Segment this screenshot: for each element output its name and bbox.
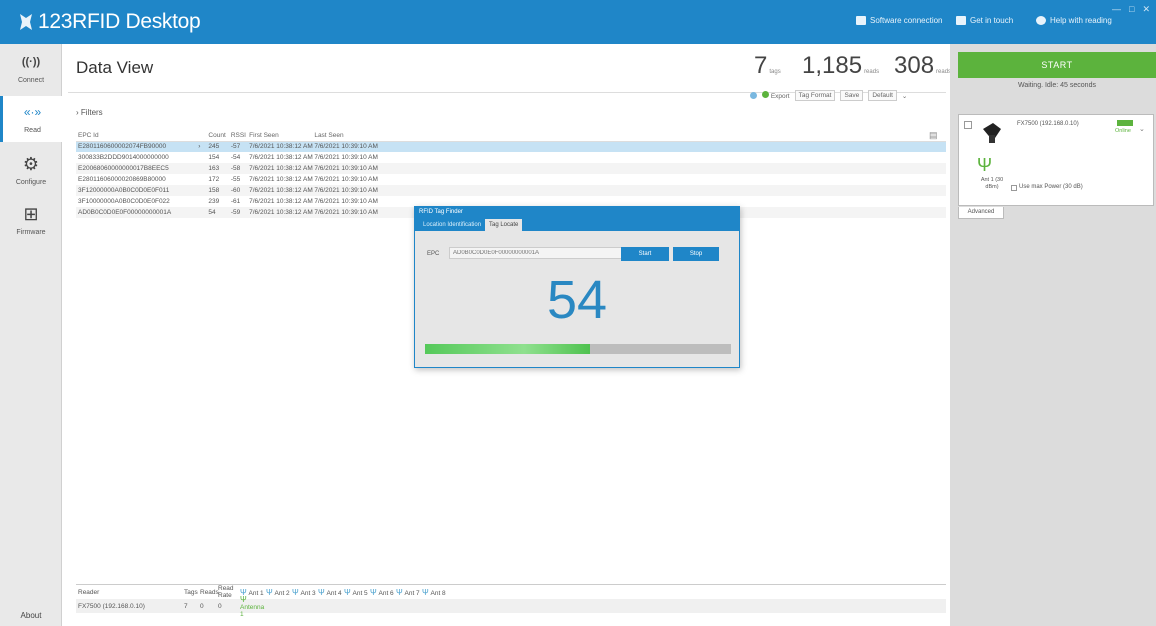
antenna-active-icon: Ψ xyxy=(240,594,247,604)
nav-item-firmware[interactable]: ⊞ Firmware xyxy=(0,198,62,244)
table-header: EPC Id Count RSSI First Seen Last Seen xyxy=(76,130,946,142)
tab-tag-locate[interactable]: Tag Locate xyxy=(485,219,523,231)
title-bar: 123RFID Desktop Software connection Get … xyxy=(0,0,1156,44)
stat-tags-value: 7 xyxy=(754,52,768,79)
data-toolbar: Export Tag Format Save Default ⌄ xyxy=(750,90,907,101)
filters-toggle[interactable]: › Filters xyxy=(76,108,103,117)
monitor-icon xyxy=(856,16,866,25)
nav-item-connect[interactable]: ((·)) Connect xyxy=(0,46,62,92)
export-button[interactable]: Export xyxy=(762,91,790,100)
antenna-icon: Ψ xyxy=(422,587,429,597)
reader-table-header: Reader Tags Reads Read Rate Ψ Ant 1 Ψ An… xyxy=(78,585,446,599)
column-settings-icon[interactable]: ▤ xyxy=(929,130,938,141)
column-header-rssi[interactable]: RSSI xyxy=(230,130,250,142)
table-row[interactable]: E28011606000020869B80000 172 -55 7/6/202… xyxy=(76,174,946,185)
save-button[interactable]: Save xyxy=(840,90,864,101)
right-panel: START Waiting. Idle: 45 seconds FX7500 (… xyxy=(950,44,1156,626)
epc-label: EPC xyxy=(427,251,440,257)
software-connection-button[interactable]: Software connection xyxy=(856,16,943,25)
maximize-button[interactable]: □ xyxy=(1129,4,1134,15)
lock-icon[interactable] xyxy=(750,92,757,99)
connection-status-text: Online xyxy=(1115,128,1131,134)
stat-tags-caption: tags xyxy=(769,69,781,75)
zebra-logo-icon xyxy=(20,14,32,30)
row-expand-icon[interactable]: › xyxy=(198,141,209,152)
gear-icon: ⚙ xyxy=(22,154,40,174)
reader-menu-chevron-icon[interactable]: ⌄ xyxy=(1139,125,1145,133)
reader-checkbox[interactable] xyxy=(964,121,972,129)
epc-input[interactable] xyxy=(449,247,627,259)
antenna-icon: Ψ xyxy=(266,587,273,597)
export-icon xyxy=(762,91,769,98)
chevron-right-icon: › xyxy=(76,108,79,117)
stat-tags: 7 tags xyxy=(754,52,785,80)
table-row[interactable]: E20068060000000017B8EEC5 163 -58 7/6/202… xyxy=(76,163,946,174)
reader-stats-table: Reader Tags Reads Read Rate Ψ Ant 1 Ψ An… xyxy=(76,584,946,618)
connection-status-badge xyxy=(1117,120,1133,126)
reader-name: FX7500 (192.168.0.10) xyxy=(1017,121,1079,127)
max-power-checkbox[interactable] xyxy=(1011,185,1017,191)
proximity-bar-fill xyxy=(425,344,591,354)
minimize-button[interactable]: — xyxy=(1112,4,1121,15)
antenna-icon: Ψ xyxy=(370,587,377,597)
help-icon xyxy=(1036,16,1046,25)
antenna-label: Ant 1 (30 dBm) xyxy=(980,177,1004,190)
tab-location-identification[interactable]: Location Identification xyxy=(419,219,485,231)
stat-reads-value: 1,185 xyxy=(802,52,863,79)
about-link[interactable]: About xyxy=(0,611,62,620)
column-header-last-seen[interactable]: Last Seen xyxy=(314,130,946,142)
stat-reads-caption: reads xyxy=(864,69,880,75)
locate-start-button[interactable]: Start xyxy=(621,247,669,261)
antenna-icon: Ψ xyxy=(344,587,351,597)
column-header-epc[interactable]: EPC Id xyxy=(76,130,199,142)
help-button[interactable]: Help with reading xyxy=(1036,16,1112,25)
table-row[interactable]: 3F12000000A0B0C0D0E0F011 158 -60 7/6/202… xyxy=(76,185,946,196)
table-row[interactable]: 300833B2DDD9014000000000 154 -54 7/6/202… xyxy=(76,152,946,163)
app-title: 123RFID Desktop xyxy=(38,10,201,33)
firmware-icon: ⊞ xyxy=(23,204,39,224)
left-navigation: ((·)) Connect «·» Read ⚙ Configure ⊞ Fir… xyxy=(0,44,62,626)
reader-table-row[interactable]: FX7500 (192.168.0.10) 7 0 0 Ψ Antenna 1 xyxy=(76,595,946,618)
get-in-touch-button[interactable]: Get in touch xyxy=(956,16,1013,25)
stat-rate-value: 308 xyxy=(894,52,935,79)
proximity-value: 54 xyxy=(546,270,608,330)
max-power-label: Use max Power (30 dB) xyxy=(1019,184,1083,190)
antenna-icon: Ψ xyxy=(318,587,325,597)
close-button[interactable]: ✕ xyxy=(1142,4,1150,15)
stat-read-rate: 308 reads/sec xyxy=(894,52,962,80)
advanced-tab[interactable]: Advanced xyxy=(958,207,1004,219)
reader-card: FX7500 (192.168.0.10) Online ⌄ Ψ Ant 1 (… xyxy=(958,114,1154,206)
reader-status-text: Waiting. Idle: 45 seconds xyxy=(1018,82,1096,89)
chevron-down-icon[interactable]: ⌄ xyxy=(902,92,907,100)
proximity-bar xyxy=(425,344,731,354)
dialog-tabs: Location Identification Tag Locate xyxy=(415,217,739,231)
format-select[interactable]: Default xyxy=(868,90,897,101)
locate-stop-button[interactable]: Stop xyxy=(673,247,719,261)
antenna-icon: Ψ xyxy=(292,587,299,597)
dialog-title: RFID Tag Finder xyxy=(415,207,739,217)
read-waves-icon: «·» xyxy=(23,105,42,119)
window-controls: — □ ✕ xyxy=(1112,4,1150,15)
stat-reads: 1,185 reads xyxy=(802,52,880,80)
column-header-count[interactable]: Count xyxy=(208,130,231,142)
tag-finder-dialog: RFID Tag Finder Location Identification … xyxy=(414,206,740,368)
column-header-blank xyxy=(198,130,209,142)
reader-device-icon xyxy=(983,123,1001,143)
nav-item-read[interactable]: «·» Read xyxy=(0,96,62,142)
start-button[interactable]: START xyxy=(958,52,1156,78)
page-title: Data View xyxy=(76,58,154,77)
tag-table: EPC Id Count RSSI First Seen Last Seen E… xyxy=(76,130,946,218)
mail-icon xyxy=(956,16,966,25)
table-row[interactable]: E2801160600002074FB90000 › 245 -57 7/6/2… xyxy=(76,141,946,152)
column-header-first-seen[interactable]: First Seen xyxy=(249,130,315,142)
antenna-icon: Ψ xyxy=(396,587,403,597)
antenna-icon[interactable]: Ψ xyxy=(977,155,992,176)
nav-item-configure[interactable]: ⚙ Configure xyxy=(0,148,62,194)
tag-format-button[interactable]: Tag Format xyxy=(794,90,836,101)
rfid-icon: ((·)) xyxy=(21,56,41,68)
